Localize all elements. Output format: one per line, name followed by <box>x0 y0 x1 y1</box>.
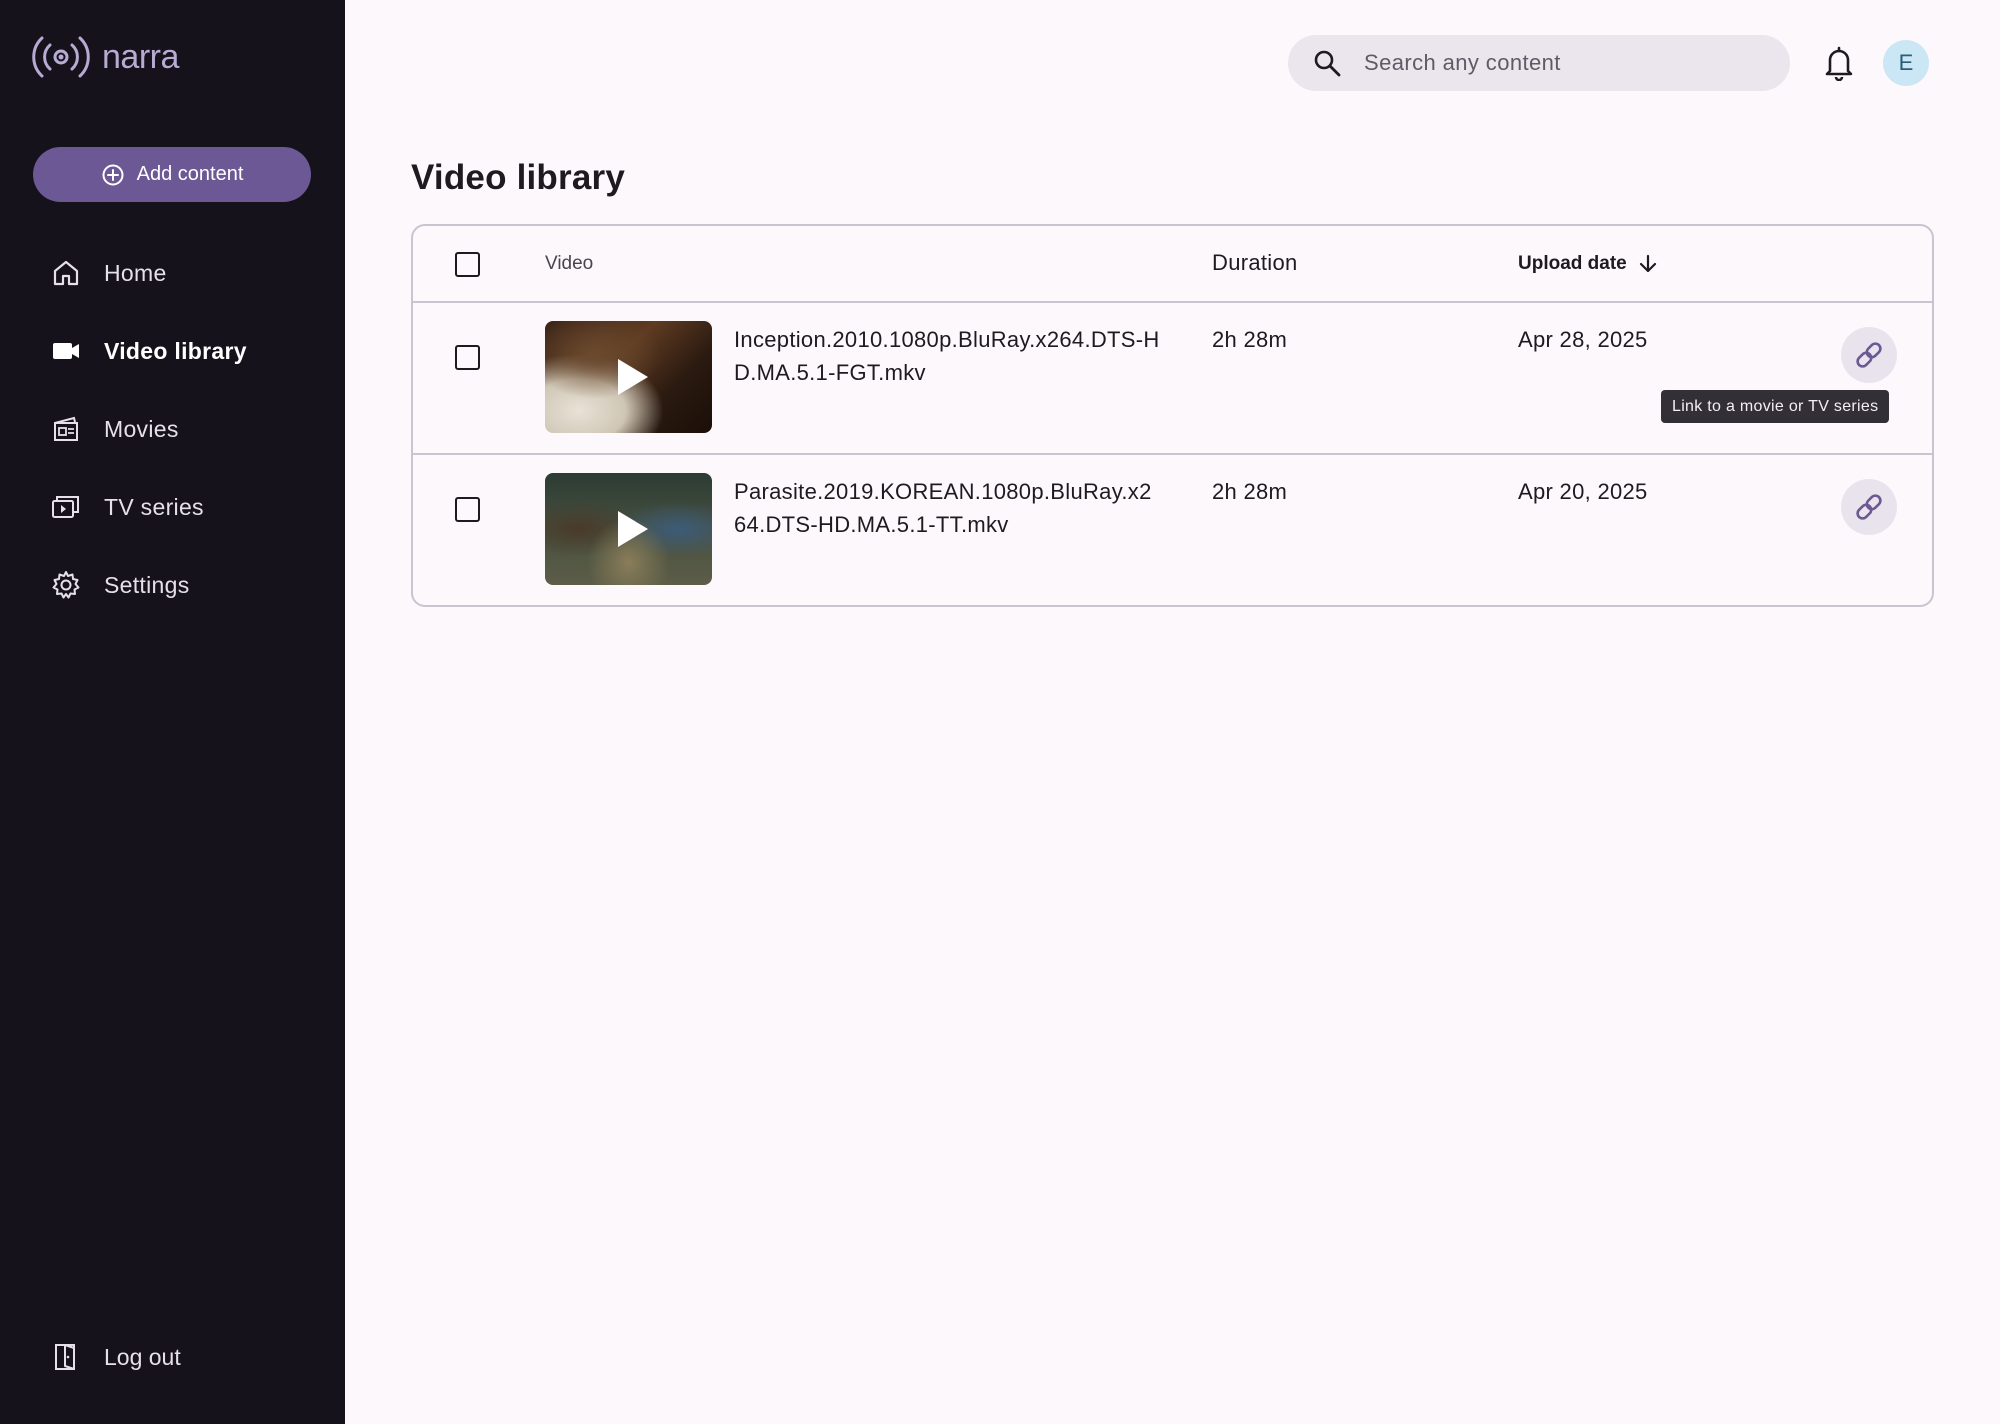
video-thumbnail[interactable] <box>545 321 712 433</box>
sidebar-item-label: Movies <box>104 415 179 442</box>
link-button[interactable] <box>1841 327 1897 383</box>
link-tooltip: Link to a movie or TV series <box>1661 390 1890 423</box>
search-icon <box>1314 50 1341 77</box>
video-duration: 2h 28m <box>1212 479 1288 504</box>
logout-label: Log out <box>104 1343 181 1370</box>
movie-clapper-icon <box>54 416 78 441</box>
search-bar[interactable] <box>1288 35 1790 91</box>
gear-icon <box>52 571 80 599</box>
sidebar-item-tv-series[interactable]: TV series <box>0 468 345 546</box>
video-filename: Parasite.2019.KOREAN.1080p.BluRay.x264.D… <box>734 479 1152 537</box>
home-icon <box>53 260 79 286</box>
sidebar-item-label: Settings <box>104 571 190 598</box>
video-upload-date: Apr 20, 2025 <box>1518 479 1648 504</box>
table-row: Inception.2010.1080p.BluRay.x264.DTS-HD.… <box>413 303 1932 455</box>
sidebar-item-settings[interactable]: Settings <box>0 546 345 624</box>
link-button[interactable] <box>1841 479 1897 535</box>
video-upload-date: Apr 28, 2025 <box>1518 327 1648 352</box>
sidebar-item-video-library[interactable]: Video library <box>0 312 345 390</box>
add-content-label: Add content <box>136 163 244 185</box>
link-icon <box>1856 494 1882 520</box>
broadcast-logo-icon <box>32 36 90 78</box>
sidebar: narra Add content Home Video library Mov… <box>0 0 345 1424</box>
column-header-video[interactable]: Video <box>545 253 593 275</box>
sidebar-item-label: TV series <box>104 493 204 520</box>
add-content-button[interactable]: Add content <box>33 147 311 202</box>
logout-icon <box>55 1344 75 1370</box>
row-checkbox[interactable] <box>455 345 480 370</box>
table-header-row: Video Duration Upload date <box>413 226 1932 303</box>
video-filename: Inception.2010.1080p.BluRay.x264.DTS-HD.… <box>734 327 1160 385</box>
add-circle-icon <box>102 164 124 185</box>
app-root: narra Add content Home Video library Mov… <box>0 0 2000 1424</box>
video-table: Video Duration Upload date Inception.201… <box>411 224 1934 607</box>
column-header-duration[interactable]: Duration <box>1212 246 1298 279</box>
play-icon <box>617 359 648 395</box>
bell-icon[interactable] <box>1822 45 1856 81</box>
sidebar-item-home[interactable]: Home <box>0 234 345 312</box>
video-camera-icon <box>53 343 79 359</box>
link-icon <box>1856 342 1882 368</box>
app-logo[interactable]: narra <box>30 32 179 82</box>
video-duration: 2h 28m <box>1212 327 1288 352</box>
column-header-upload-date-label: Upload date <box>1518 253 1627 274</box>
sidebar-nav: Home Video library Movies TV series Sett… <box>0 234 345 624</box>
sidebar-item-movies[interactable]: Movies <box>0 390 345 468</box>
table-row: Parasite.2019.KOREAN.1080p.BluRay.x264.D… <box>413 455 1932 605</box>
app-name: narra <box>102 37 179 76</box>
search-input[interactable] <box>1364 50 1744 76</box>
logout-button[interactable]: Log out <box>0 1318 345 1396</box>
video-thumbnail[interactable] <box>545 473 712 585</box>
avatar[interactable]: E <box>1883 40 1929 86</box>
row-checkbox[interactable] <box>455 497 480 522</box>
tv-series-icon <box>52 496 79 518</box>
sidebar-item-label: Video library <box>104 337 247 364</box>
play-icon <box>617 511 648 547</box>
avatar-initial: E <box>1898 50 1914 75</box>
column-header-upload-date[interactable]: Upload date <box>1518 253 1659 275</box>
select-all-checkbox[interactable] <box>455 252 480 277</box>
page-title: Video library <box>411 158 625 197</box>
arrow-down-icon <box>1639 254 1656 273</box>
sidebar-item-label: Home <box>104 259 167 286</box>
